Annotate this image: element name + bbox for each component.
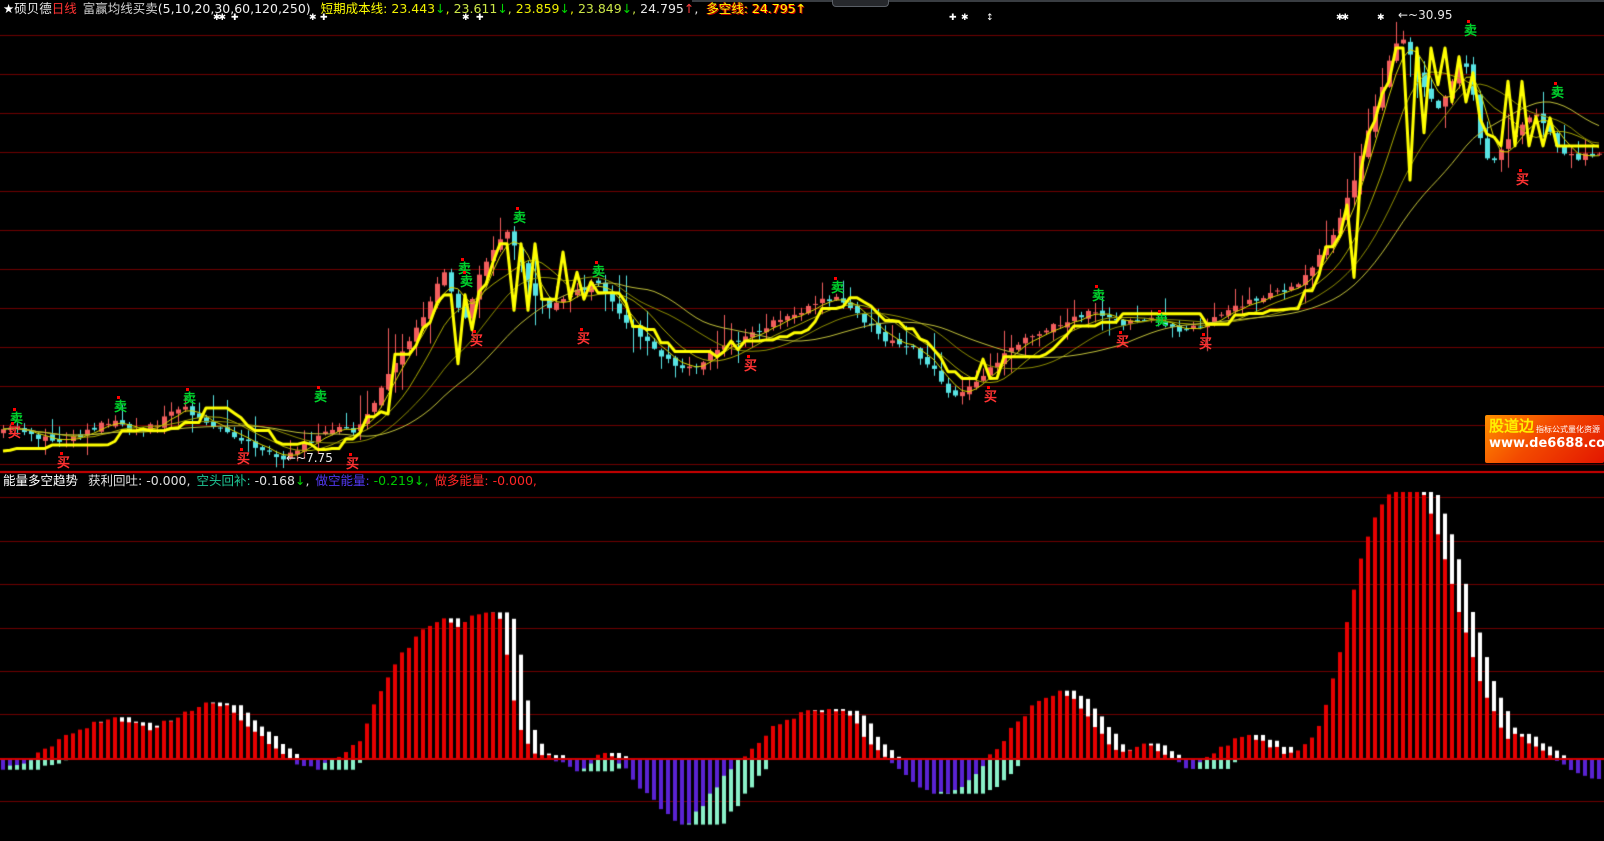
period-label[interactable]: 日线 bbox=[52, 1, 77, 16]
buy-signal: 买 bbox=[744, 360, 760, 373]
dk-line-value: 24.795↑ bbox=[752, 1, 806, 16]
cost-line-value: 23.849↓, bbox=[578, 1, 640, 16]
signal-dot-icon bbox=[1119, 331, 1122, 334]
buy-signal: 买 bbox=[346, 458, 362, 471]
signal-dot-icon bbox=[13, 408, 16, 411]
event-mark-icon: ✱✱ bbox=[1336, 14, 1347, 23]
signal-dot-icon bbox=[117, 396, 120, 399]
sub-indicator-value: 空头回补: -0.168↓, bbox=[196, 473, 309, 488]
sub-indicator-value: 做空能量: -0.219↓, bbox=[315, 473, 428, 488]
buy-signal: 买 bbox=[984, 391, 1000, 404]
cost-line-label: 短期成本线: bbox=[321, 1, 388, 16]
dk-line-label: 多空线: bbox=[706, 1, 748, 16]
signal-dot-icon bbox=[1095, 285, 1098, 288]
signal-dot-icon bbox=[463, 271, 466, 274]
signal-dot-icon bbox=[317, 386, 320, 389]
main-indicator-header: ★硕贝德日线富赢均线买卖(5,10,20,30,60,120,250)短期成本线… bbox=[3, 1, 806, 16]
signal-dot-icon bbox=[595, 261, 598, 264]
signal-dot-icon bbox=[580, 328, 583, 331]
buy-signal: 买 bbox=[237, 453, 253, 466]
sell-signal: 卖 bbox=[831, 282, 847, 295]
watermark-url: www.de6688.com bbox=[1489, 435, 1604, 452]
price-and-momentum-chart-canvas[interactable] bbox=[0, 0, 1604, 841]
sell-signal: 卖 bbox=[1155, 315, 1171, 328]
price-low-annotation: ←~7.75 bbox=[286, 452, 333, 465]
signal-dot-icon bbox=[1202, 333, 1205, 336]
buy-signal: 买 bbox=[1516, 174, 1532, 187]
collapsed-toolbar-tab[interactable] bbox=[832, 0, 889, 7]
indicator-name[interactable]: 富赢均线买卖 bbox=[83, 1, 158, 16]
sub-indicator-header: 能量多空趋势获利回吐: -0.000, 空头回补: -0.168↓, 做空能量: -… bbox=[3, 473, 543, 488]
sell-signal: 卖 bbox=[460, 276, 476, 289]
signal-dot-icon bbox=[240, 448, 243, 451]
price-high-annotation: ←~30.95 bbox=[1398, 9, 1452, 22]
cost-line-value: 23.859↓, bbox=[516, 1, 578, 16]
signal-dot-icon bbox=[60, 452, 63, 455]
signal-dot-icon bbox=[1554, 82, 1557, 85]
favorite-star-icon: ★ bbox=[3, 1, 14, 16]
watermark-tagline: 指标公式量化资源 bbox=[1536, 425, 1600, 435]
cost-line-value: 24.795↑, bbox=[640, 1, 702, 16]
event-mark-icon: ✚ bbox=[476, 14, 482, 23]
event-mark-icon: ✚ bbox=[320, 14, 326, 23]
signal-dot-icon bbox=[516, 207, 519, 210]
event-mark-icon: ↕ bbox=[986, 14, 992, 23]
sell-signal: 卖 bbox=[314, 391, 330, 404]
buy-signal: 买 bbox=[1116, 336, 1132, 349]
sub-indicator-values: 获利回吐: -0.000, 空头回补: -0.168↓, 做空能量: -0.219↓… bbox=[88, 473, 543, 488]
watermark-brand: 股道边 bbox=[1489, 418, 1534, 435]
event-mark-icon: ✚ bbox=[949, 14, 955, 23]
sell-signal: 卖 bbox=[114, 401, 130, 414]
signal-dot-icon bbox=[1519, 169, 1522, 172]
signal-dot-icon bbox=[1467, 20, 1470, 23]
event-mark-icon: ✱✱ bbox=[213, 14, 224, 23]
sub-indicator-name[interactable]: 能量多空趋势 bbox=[3, 473, 78, 488]
signal-dot-icon bbox=[834, 277, 837, 280]
top-strip bbox=[692, 0, 1604, 2]
buy-signal: 买 bbox=[57, 457, 73, 470]
trading-app-screen: ★硕贝德日线富赢均线买卖(5,10,20,30,60,120,250)短期成本线… bbox=[0, 0, 1604, 841]
signal-dot-icon bbox=[461, 258, 464, 261]
sell-signal: 卖 bbox=[1092, 290, 1108, 303]
sell-signal: 卖 bbox=[1551, 87, 1567, 100]
watermark-ad: 股道边 指标公式量化资源 www.de6688.com bbox=[1485, 415, 1604, 463]
sub-indicator-value: 获利回吐: -0.000, bbox=[88, 473, 190, 488]
event-mark-icon: ✱ bbox=[462, 14, 468, 23]
buy-signal: 买 bbox=[1199, 338, 1215, 351]
signal-dot-icon bbox=[186, 388, 189, 391]
buy-signal: 买 bbox=[577, 333, 593, 346]
event-mark-icon: ✱ bbox=[961, 14, 967, 23]
stock-name[interactable]: 硕贝德 bbox=[14, 1, 52, 16]
buy-signal: 买 bbox=[8, 427, 24, 440]
sell-signal: 卖 bbox=[183, 393, 199, 406]
signal-dot-icon bbox=[11, 422, 14, 425]
sell-signal: 卖 bbox=[513, 212, 529, 225]
signal-dot-icon bbox=[349, 453, 352, 456]
cost-line-values: 23.443↓, 23.611↓, 23.859↓, 23.849↓, 24.7… bbox=[391, 1, 702, 16]
event-mark-icon: ✚ bbox=[231, 14, 237, 23]
event-mark-icon: ✱ bbox=[1377, 14, 1383, 23]
buy-signal: 买 bbox=[470, 335, 486, 348]
signal-dot-icon bbox=[747, 355, 750, 358]
signal-dot-icon bbox=[987, 386, 990, 389]
sell-signal: 卖 bbox=[1464, 25, 1480, 38]
cost-line-value: 23.443↓, bbox=[391, 1, 453, 16]
sell-signal: 卖 bbox=[592, 266, 608, 279]
signal-dot-icon bbox=[1158, 310, 1161, 313]
sub-indicator-value: 做多能量: -0.000, bbox=[434, 473, 536, 488]
signal-dot-icon bbox=[473, 330, 476, 333]
event-mark-icon: ✱ bbox=[309, 14, 315, 23]
